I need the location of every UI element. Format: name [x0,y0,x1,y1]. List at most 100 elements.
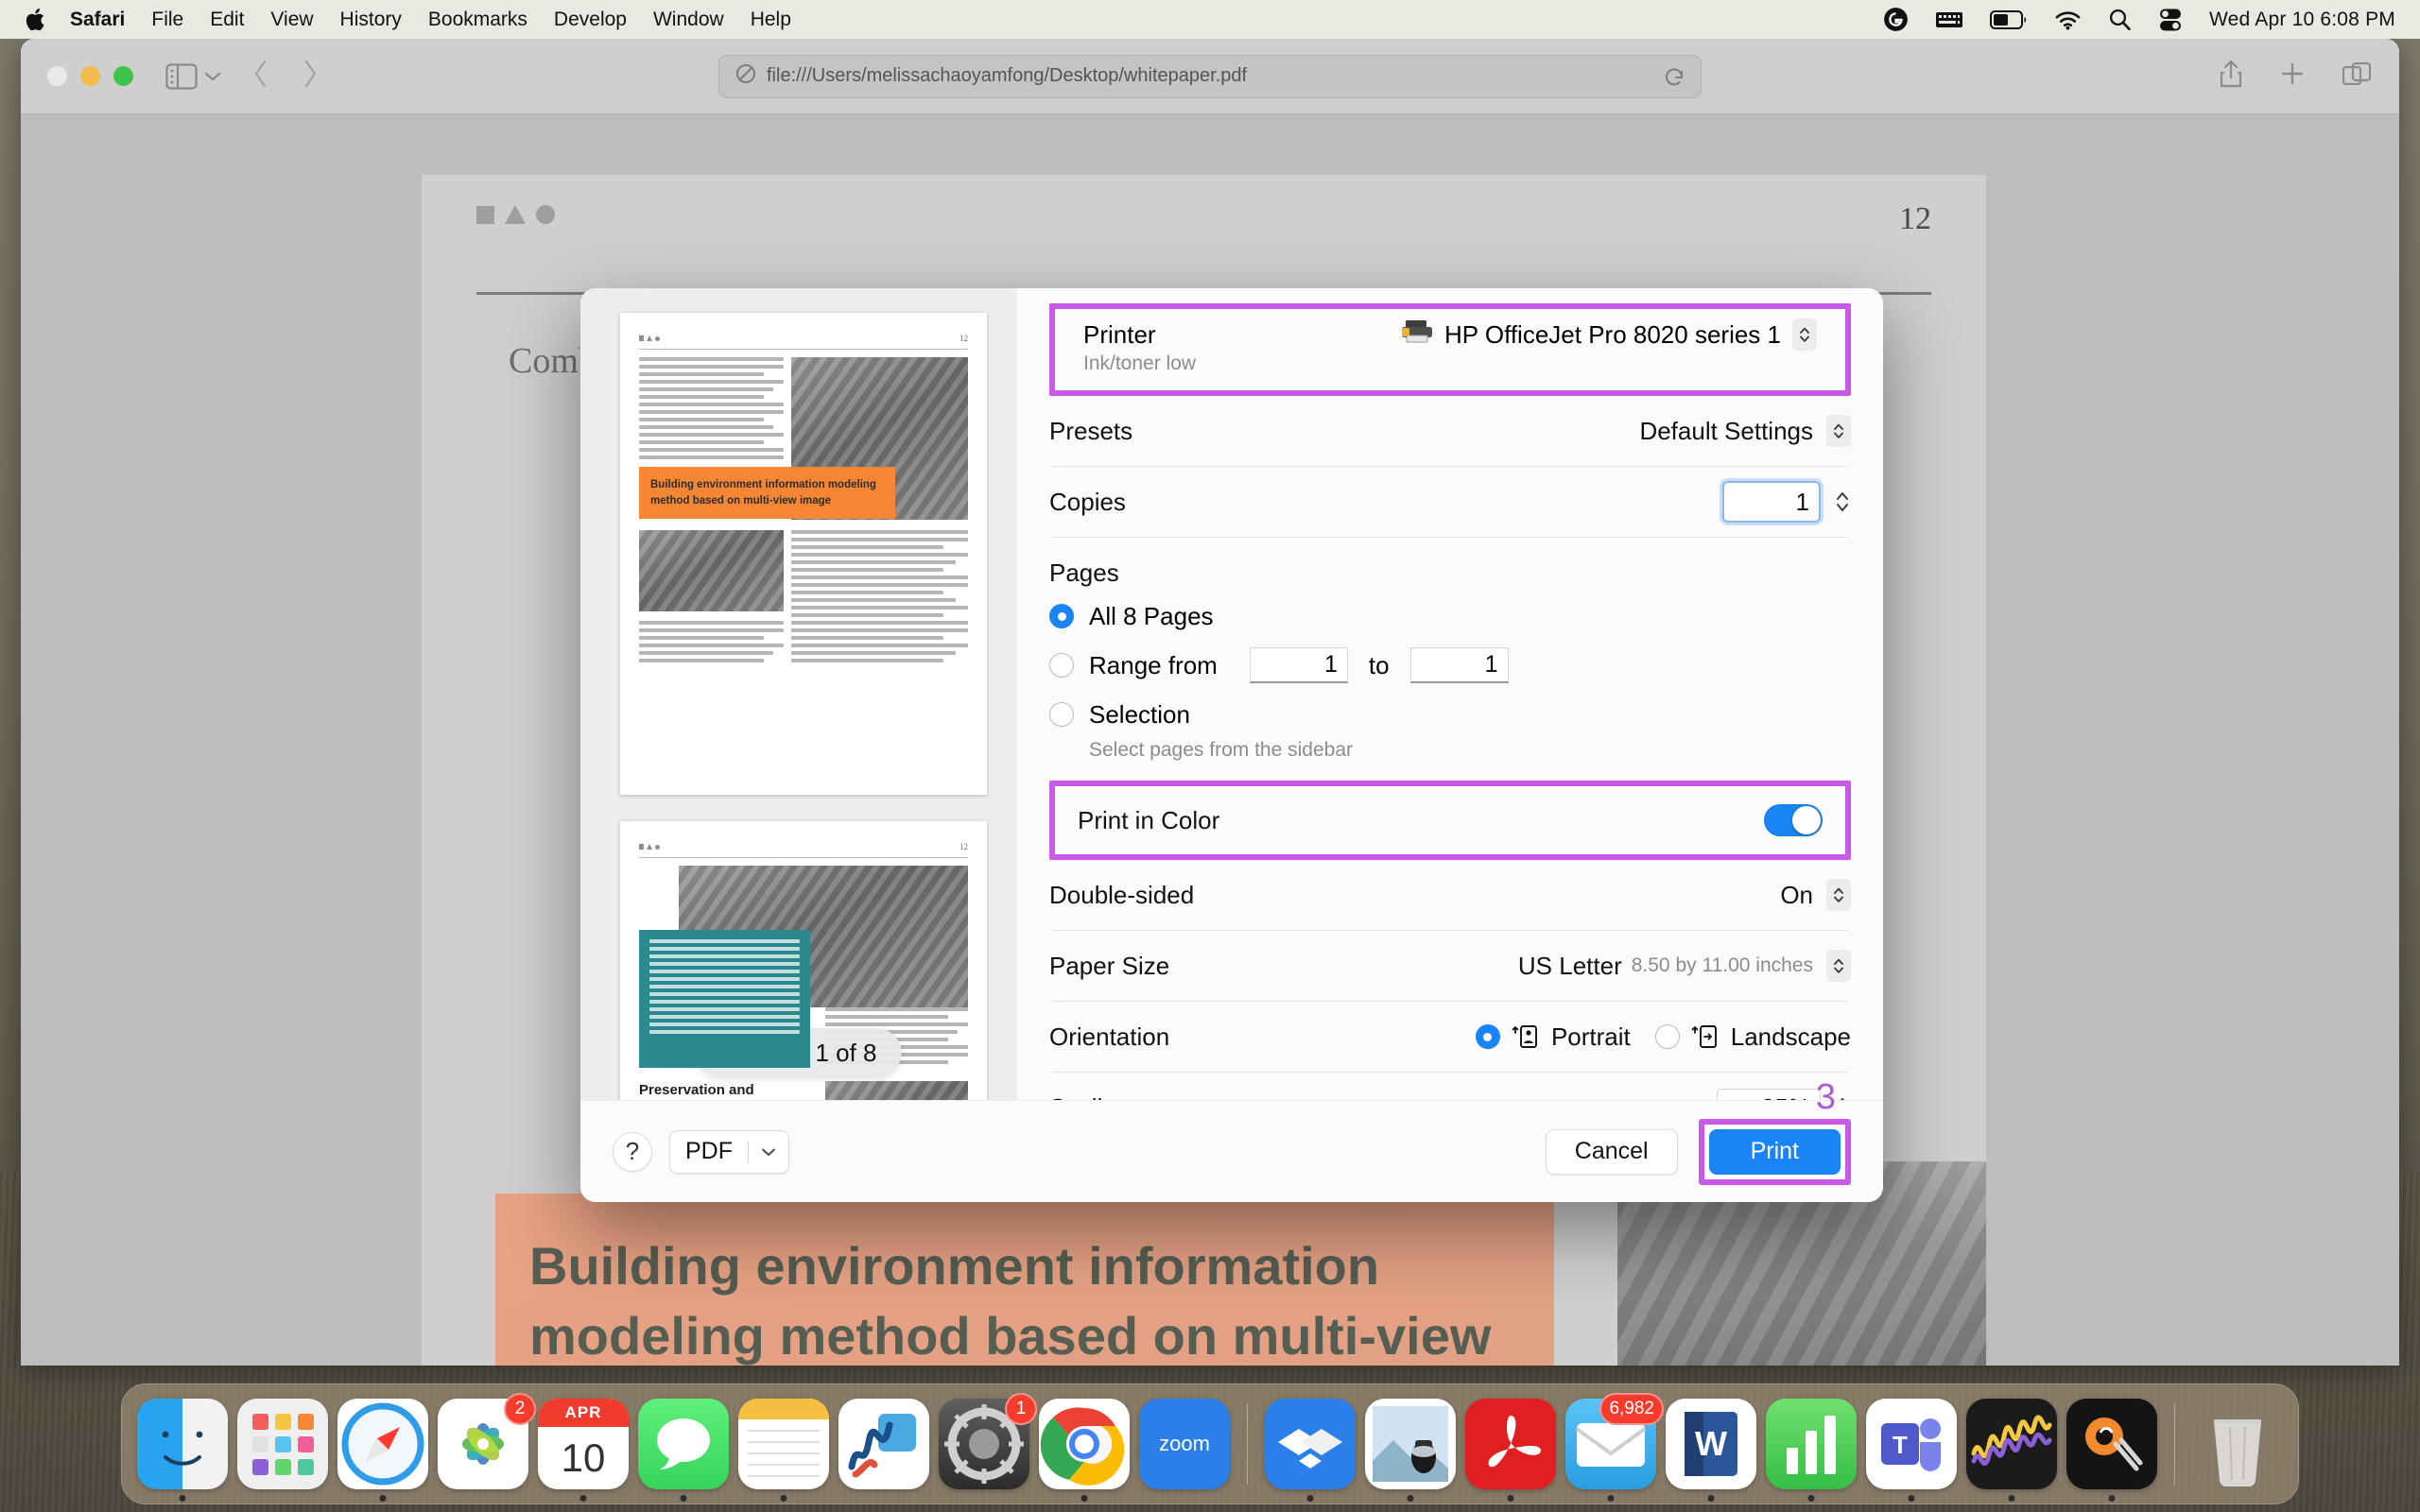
print-dialog: 12 Building environment information mode… [580,288,1883,1202]
scaling-row[interactable]: Scaling 85% [1049,1073,1851,1100]
paper-size-popup-chevrons-icon[interactable] [1826,950,1851,982]
menu-item-window[interactable]: Window [640,9,737,29]
print-in-color-row[interactable]: Print in Color [1055,786,1845,854]
spotlight-search-icon[interactable] [2108,8,2132,31]
sidebar-toggle-icon[interactable] [165,62,198,90]
printer-row[interactable]: Printer HP OfficeJet Pro 8020 series 1 [1083,318,1817,351]
help-button[interactable]: ? [613,1131,652,1172]
range-from-input[interactable]: 1 [1249,647,1348,683]
menu-item-history[interactable]: History [327,9,415,29]
dock-item-photos[interactable]: 2 [438,1393,536,1489]
dock-item-numbers[interactable] [1766,1399,1857,1502]
copies-row[interactable]: Copies 1 [1049,467,1851,537]
dock-item-zoom[interactable]: zoom [1139,1399,1230,1489]
dock-item-launchpad[interactable] [237,1399,328,1489]
dock-item-dropbox[interactable] [1265,1399,1356,1502]
paper-size-detail: 8.50 by 11.00 inches [1631,954,1813,976]
forward-button[interactable] [302,59,319,94]
dock-item-messages[interactable] [638,1399,729,1502]
double-sided-popup-chevrons-icon[interactable] [1826,879,1851,911]
grammarly-icon[interactable] [1883,7,1909,32]
orientation-option-portrait[interactable]: Portrait [1475,1022,1631,1052]
menu-app-name[interactable]: Safari [57,9,138,29]
preview-thumbnail-page-1[interactable]: 12 Building environment information mode… [620,313,987,795]
thumb-shapes-logo [639,335,660,341]
menubar-clock[interactable]: Wed Apr 10 6:08 PM [2209,9,2395,31]
share-icon[interactable] [2220,60,2242,93]
privacy-report-icon[interactable] [735,62,757,90]
address-bar-url[interactable]: file:///Users/melissachaoyamfong/Desktop… [767,65,1247,87]
annotation-number-3: 3 [1815,1076,1836,1117]
control-center-icon[interactable] [2158,8,2183,32]
pages-selection-hint: Select pages from the sidebar [1089,739,1353,761]
pages-option-selection[interactable]: Selection [1049,690,1851,739]
dock-item-mail[interactable]: 6,982 [1565,1393,1664,1502]
presets-popup-chevrons-icon[interactable] [1826,415,1851,447]
dock-item-acrobat[interactable] [1465,1399,1556,1502]
pages-option-all[interactable]: All 8 Pages [1049,592,1851,641]
reload-icon[interactable] [1663,65,1685,88]
radio-range[interactable] [1049,653,1074,678]
screen: Safari File Edit View History Bookmarks … [0,0,2420,1512]
cancel-button[interactable]: Cancel [1545,1128,1678,1175]
radio-portrait[interactable] [1475,1024,1500,1049]
dock-item-system-preferences[interactable]: 1 [939,1393,1037,1489]
minimize-button[interactable] [80,66,100,86]
printer-popup-chevrons-icon[interactable] [1792,318,1817,351]
wifi-icon[interactable] [2054,9,2082,30]
dock-item-notes[interactable] [738,1399,829,1502]
dock-item-trash[interactable] [2192,1399,2283,1489]
copies-stepper[interactable] [1834,488,1851,516]
dock-item-calendar[interactable]: APR 10 [538,1399,629,1502]
presets-row[interactable]: Presets Default Settings [1049,396,1851,466]
scaling-input[interactable]: 85% [1717,1089,1821,1100]
dock-item-teams[interactable]: T [1866,1399,1957,1502]
print-in-color-toggle[interactable] [1764,804,1823,836]
calendar-month: APR [538,1399,629,1427]
chevron-down-icon[interactable] [749,1146,788,1158]
range-to-input[interactable]: 1 [1409,647,1509,683]
back-button[interactable] [252,59,269,94]
menu-item-bookmarks[interactable]: Bookmarks [415,9,541,29]
pdf-menu-button[interactable]: PDF [669,1129,789,1174]
dock-item-stocks[interactable] [838,1399,929,1489]
apple-menu-icon[interactable] [17,7,57,33]
pdf-page-number: 12 [1899,201,1931,236]
dock-item-word[interactable]: W [1666,1399,1756,1502]
close-button[interactable] [47,66,67,86]
print-button[interactable]: Print [1708,1128,1841,1175]
pdf-shapes-logo [476,205,1931,224]
pages-option-range[interactable]: Range from 1 to 1 [1049,641,1851,690]
print-button-highlight: 3 Print [1698,1077,1851,1185]
new-tab-icon[interactable] [2280,61,2305,91]
menu-item-help[interactable]: Help [737,9,804,29]
dock-item-safari[interactable] [337,1399,428,1502]
pages-all-label: All 8 Pages [1089,601,1214,630]
dock-item-chrome[interactable] [1039,1399,1130,1502]
maximize-button[interactable] [113,66,133,86]
preview-thumbnail-page-2[interactable]: 12 Preservation and [620,821,987,1100]
sidebar-chevron-down-icon[interactable] [203,70,222,83]
dock-item-audio-app[interactable] [1966,1399,2057,1502]
menu-item-edit[interactable]: Edit [197,9,257,29]
scaling-stepper[interactable] [1834,1093,1851,1100]
window-controls [47,66,133,86]
dock-item-keychain-access[interactable] [2066,1399,2157,1502]
dock-badge-mail: 6,982 [1599,1393,1664,1425]
keyboard-icon[interactable] [1935,9,1963,30]
menu-item-develop[interactable]: Develop [541,9,640,29]
tab-overview-icon[interactable] [2342,61,2372,90]
paper-size-row[interactable]: Paper Size US Letter 8.50 by 11.00 inche… [1049,931,1851,1001]
dock-item-finder[interactable] [137,1399,228,1502]
copies-input[interactable]: 1 [1722,481,1821,523]
orientation-option-landscape[interactable]: Landscape [1654,1022,1851,1052]
radio-selection[interactable] [1049,702,1074,727]
radio-landscape[interactable] [1654,1024,1680,1049]
double-sided-row[interactable]: Double-sided On [1049,860,1851,930]
address-bar[interactable]: file:///Users/melissachaoyamfong/Desktop… [718,54,1702,98]
dock-item-preview[interactable] [1365,1399,1456,1502]
radio-all-pages[interactable] [1049,604,1074,628]
battery-icon[interactable] [1990,9,2028,29]
menu-item-view[interactable]: View [257,9,326,29]
menu-item-file[interactable]: File [138,9,197,29]
